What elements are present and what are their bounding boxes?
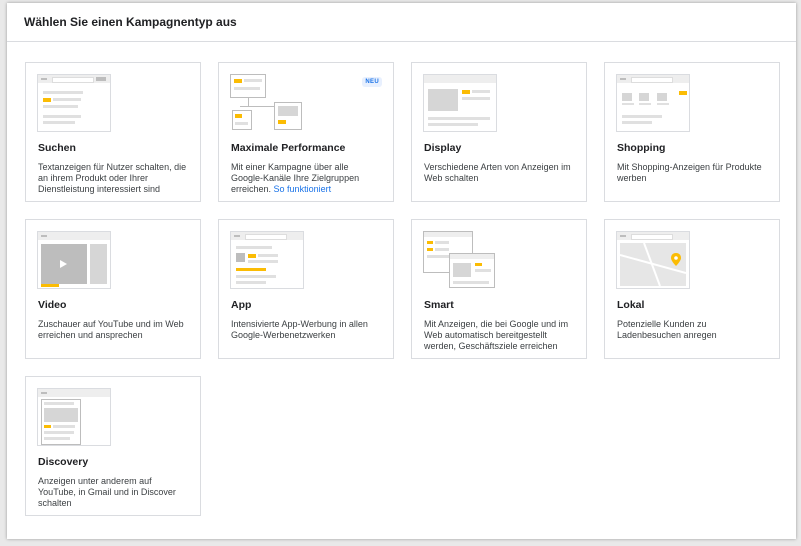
search-thumbnail xyxy=(37,74,111,132)
card-description: Verschiedene Arten von Anzeigen im Web s… xyxy=(424,162,571,183)
card-title: Video xyxy=(38,299,67,311)
discovery-thumbnail xyxy=(37,388,111,446)
display-thumbnail xyxy=(423,74,497,132)
map-pin-icon xyxy=(671,253,681,266)
card-title: Suchen xyxy=(38,142,76,154)
campaign-card-smart[interactable]: Smart Mit Anzeigen, die bei Google und i… xyxy=(411,219,587,359)
card-title: Maximale Performance xyxy=(231,142,346,154)
how-it-works-link[interactable]: So funktioniert xyxy=(274,184,332,194)
dialog-header: Wählen Sie einen Kampagnentyp aus xyxy=(7,3,796,42)
campaign-card-local[interactable]: Lokal Potenzielle Kunden zu Ladenbesuche… xyxy=(604,219,780,359)
campaign-card-performance-max[interactable]: NEU Maximale Performance Mit einer Kampa… xyxy=(218,62,394,202)
card-title: Shopping xyxy=(617,142,666,154)
campaign-type-grid: Suchen Textanzeigen für Nutzer schalten,… xyxy=(25,62,780,516)
performance-max-thumbnail xyxy=(230,74,304,132)
local-thumbnail xyxy=(616,231,690,289)
card-description: Anzeigen unter anderem auf YouTube, in G… xyxy=(38,476,176,508)
card-description: Potenzielle Kunden zu Ladenbesuchen anre… xyxy=(617,319,717,340)
card-description: Textanzeigen für Nutzer schalten, die an… xyxy=(38,162,187,194)
card-description: Mit Anzeigen, die bei Google und im Web … xyxy=(424,319,569,351)
campaign-card-discovery[interactable]: Discovery Anzeigen unter anderem auf You… xyxy=(25,376,201,516)
campaign-card-display[interactable]: Display Verschiedene Arten von Anzeigen … xyxy=(411,62,587,202)
card-description: Mit einer Kampagne über alle Google-Kanä… xyxy=(231,162,383,195)
shopping-thumbnail xyxy=(616,74,690,132)
card-description: Mit Shopping-Anzeigen für Produkte werbe… xyxy=(617,162,762,183)
card-title: Lokal xyxy=(617,299,645,311)
card-title: App xyxy=(231,299,252,311)
campaign-card-search[interactable]: Suchen Textanzeigen für Nutzer schalten,… xyxy=(25,62,201,202)
campaign-card-video[interactable]: Video Zuschauer auf YouTube und im Web e… xyxy=(25,219,201,359)
app-avatar-icon xyxy=(236,253,245,262)
card-description: Zuschauer auf YouTube und im Web erreich… xyxy=(38,319,184,340)
app-thumbnail xyxy=(230,231,304,289)
video-thumbnail xyxy=(37,231,111,289)
card-description: Intensivierte App-Werbung in allen Googl… xyxy=(231,319,368,340)
card-title: Smart xyxy=(424,299,454,311)
card-title: Discovery xyxy=(38,456,89,468)
campaign-type-dialog: Wählen Sie einen Kampagnentyp aus Suchen… xyxy=(7,3,796,539)
card-title: Display xyxy=(424,142,462,154)
play-icon xyxy=(60,260,67,268)
new-badge: NEU xyxy=(362,77,382,87)
campaign-card-app[interactable]: App Intensivierte App-Werbung in allen G… xyxy=(218,219,394,359)
page-title: Wählen Sie einen Kampagnentyp aus xyxy=(24,15,237,29)
campaign-card-shopping[interactable]: Shopping Mit Shopping-Anzeigen für Produ… xyxy=(604,62,780,202)
smart-thumbnail xyxy=(423,231,497,289)
